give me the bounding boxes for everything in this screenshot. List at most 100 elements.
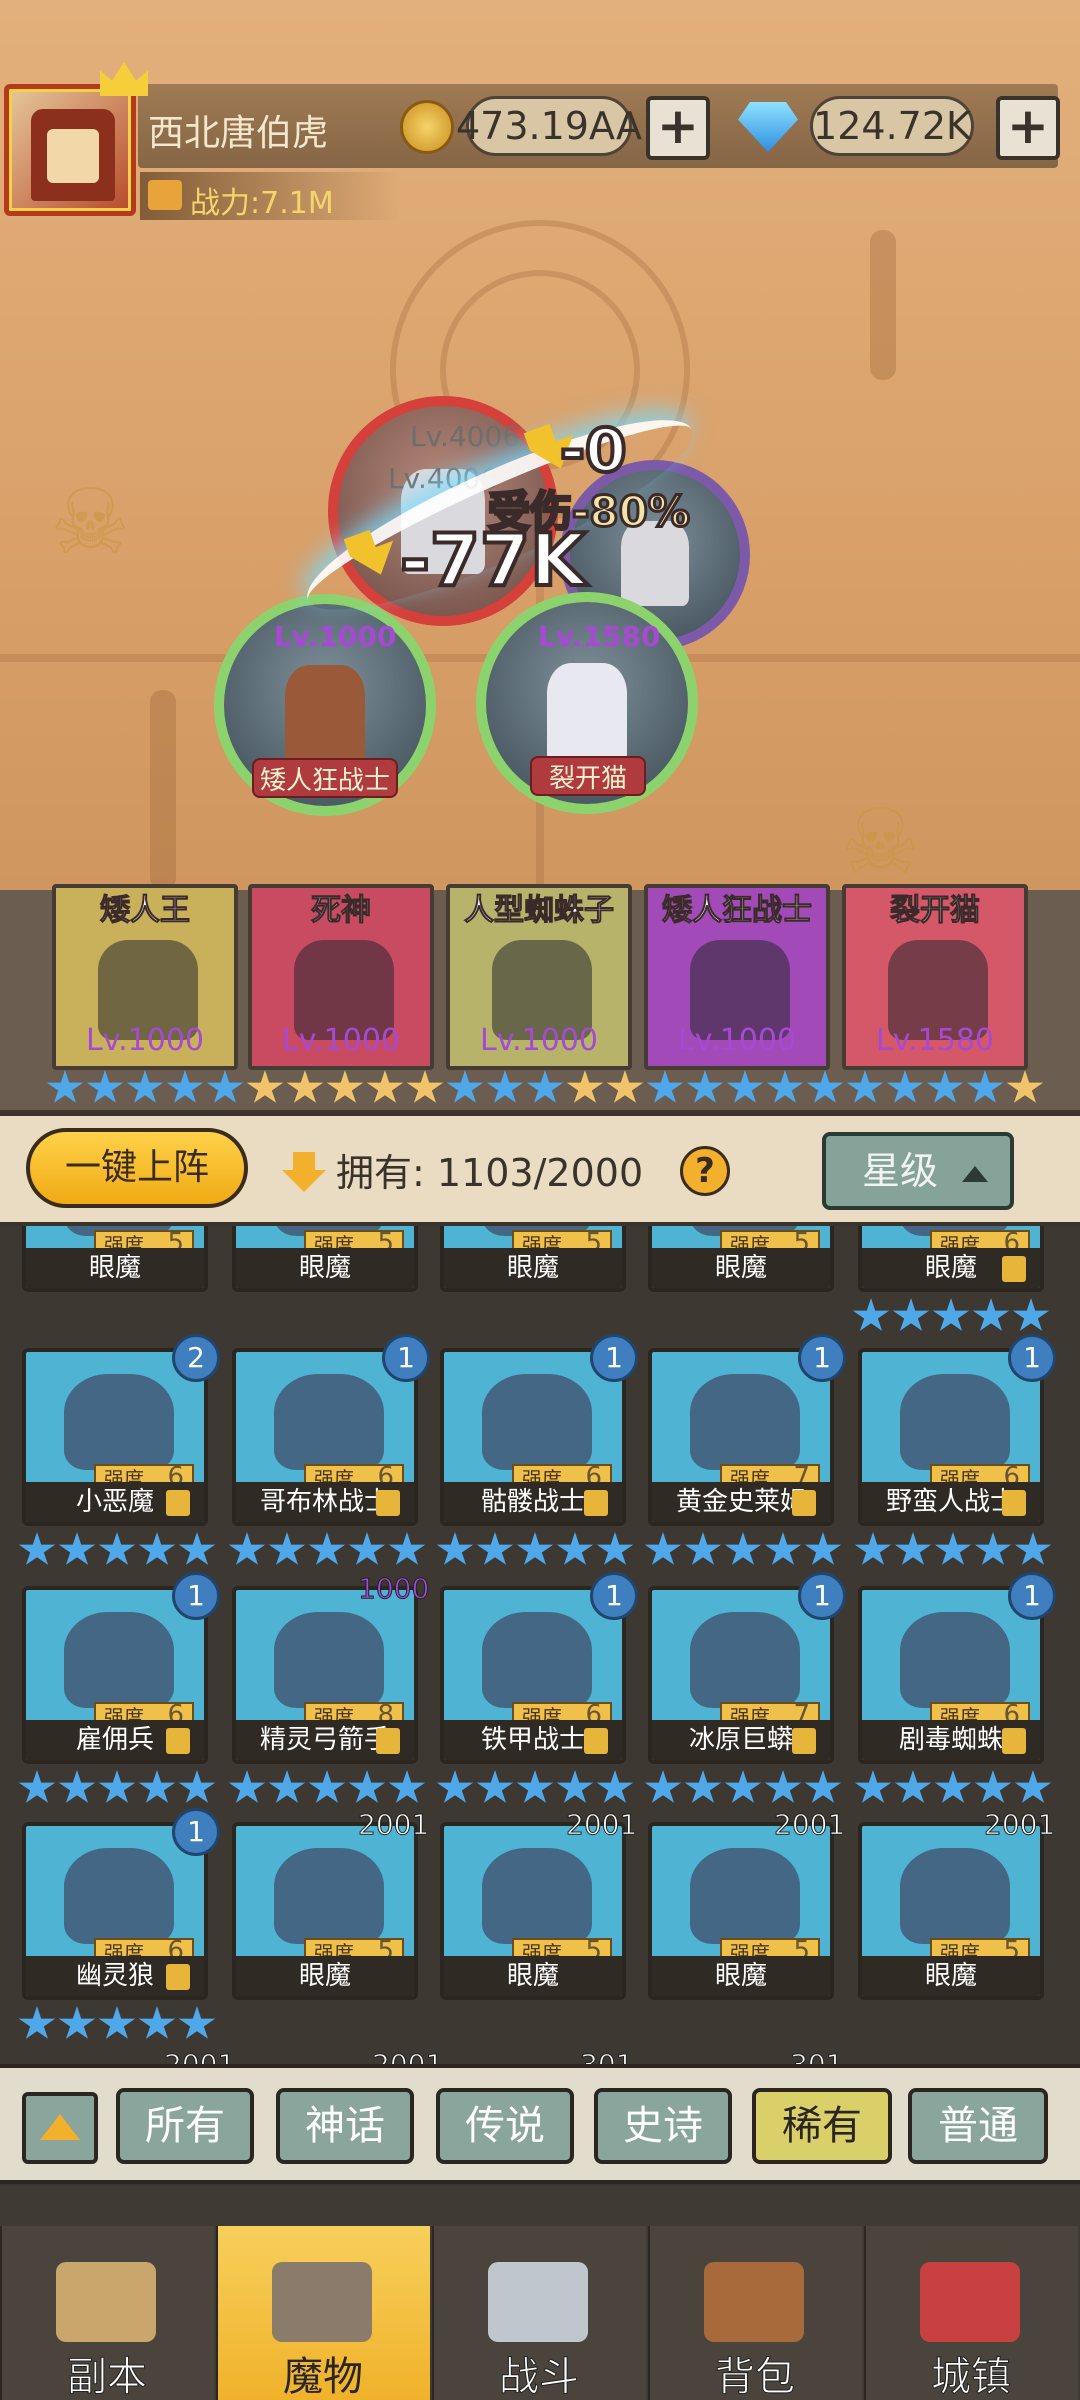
collapse-up-button[interactable] <box>22 2092 98 2164</box>
monster-card[interactable]: 强度 5 眼魔 <box>22 1226 208 1292</box>
monster-name: 眼魔 <box>444 1956 622 1996</box>
monster-card[interactable]: 强度 5 眼魔 <box>858 1822 1044 2000</box>
filter-tab[interactable]: 神话 <box>276 2088 414 2164</box>
count-badge: 1 <box>172 1572 220 1620</box>
star-icon <box>46 1070 84 1103</box>
team-slot[interactable]: 裂开猫 Lv.1580 <box>842 884 1028 1070</box>
star-icon <box>596 1532 634 1565</box>
coin-amount: 473.19AA <box>456 96 642 156</box>
monster-card[interactable]: 强度 6 眼魔 <box>858 1226 1044 1292</box>
star-icon <box>974 1532 1012 1565</box>
star-icon <box>138 1532 176 1565</box>
star-icon <box>366 1070 404 1103</box>
monster-name: 眼魔 <box>652 1956 830 1996</box>
team-slot[interactable]: 人型蜘蛛子 Lv.1000 <box>446 884 632 1070</box>
team-slot[interactable]: 矮人狂战士 Lv.1000 <box>644 884 830 1070</box>
nav-label: 副本 <box>67 2354 148 2400</box>
ally-name-plate: 矮人狂战士 <box>252 758 398 798</box>
ally-level: Lv.1000 <box>274 620 397 653</box>
star-icon <box>686 1070 724 1103</box>
star-icon <box>326 1070 364 1103</box>
monster-art <box>482 1612 592 1708</box>
monster-card[interactable]: 强度 5 眼魔 <box>648 1822 834 2000</box>
star-icon <box>1012 1298 1050 1331</box>
star-icon <box>98 2006 136 2039</box>
star-icon <box>974 1770 1012 1803</box>
star-icon <box>804 1532 842 1565</box>
count-label: 2001 <box>163 2048 235 2065</box>
star-icon <box>606 1070 644 1103</box>
monster-art <box>274 1612 384 1708</box>
star-icon <box>246 1070 284 1103</box>
monster-art <box>64 1612 174 1708</box>
star-icon <box>764 1770 802 1803</box>
star-icon <box>348 1770 386 1803</box>
monster-name: 眼魔 <box>236 1248 414 1288</box>
monster-art <box>482 1848 592 1944</box>
star-icon <box>684 1532 722 1565</box>
count-badge: 2 <box>172 1334 220 1382</box>
star-icon <box>178 1532 216 1565</box>
dwarf-art <box>284 664 366 766</box>
card-star-row <box>18 1770 216 1806</box>
monster-card[interactable]: 强度 5 眼魔 <box>648 1226 834 1292</box>
filter-tab[interactable]: 普通 <box>908 2088 1048 2164</box>
star-icon <box>86 1070 124 1103</box>
team-slot-name: 裂开猫 <box>890 893 981 929</box>
auto-deploy-button[interactable]: 一键上阵 <box>26 1128 248 1208</box>
monster-grid[interactable]: 强度 5 眼魔 强度 5 眼魔 强度 5 眼魔 强度 5 眼魔 强度 6 眼魔 强度 6 小恶魔 2 强度 6 哥布林战士… <box>0 1226 1080 2064</box>
card-star-row <box>436 1770 634 1806</box>
team-slot[interactable]: 矮人王 Lv.1000 <box>52 884 238 1070</box>
monster-card[interactable]: 强度 5 眼魔 <box>232 1226 418 1292</box>
star-icon <box>18 1532 56 1565</box>
star-icon <box>724 1532 762 1565</box>
star-icon <box>766 1070 804 1103</box>
filter-tab[interactable]: 所有 <box>116 2088 254 2164</box>
star-icon <box>308 1532 346 1565</box>
star-icon <box>894 1532 932 1565</box>
count-label: 1000 <box>357 1572 430 1606</box>
lock-icon <box>1002 1728 1026 1754</box>
star-icon <box>166 1070 204 1103</box>
monster-art <box>900 1612 1010 1708</box>
monster-art <box>64 1848 174 1944</box>
player-avatar[interactable] <box>4 84 136 216</box>
sort-star-button[interactable]: 星级 <box>822 1132 1014 1210</box>
monster-card[interactable]: 强度 5 眼魔 <box>440 1226 626 1292</box>
skull-icon: ☠ <box>840 790 921 895</box>
damage-number: -0 <box>558 414 629 488</box>
help-icon[interactable]: ? <box>680 1146 730 1196</box>
star-icon <box>644 1532 682 1565</box>
monster-card[interactable]: 强度 5 眼魔 <box>232 1822 418 2000</box>
monster-card[interactable]: 强度 5 眼魔 <box>440 1822 626 2000</box>
star-icon <box>596 1770 634 1803</box>
filter-tab[interactable]: 稀有 <box>752 2088 892 2164</box>
filter-tab[interactable]: 传说 <box>436 2088 574 2164</box>
add-gems-button[interactable]: + <box>996 96 1060 160</box>
star-icon <box>886 1070 924 1103</box>
filter-tab[interactable]: 史诗 <box>594 2088 732 2164</box>
nav-label: 城镇 <box>931 2354 1012 2400</box>
star-icon <box>1006 1070 1044 1103</box>
card-star-row <box>644 1532 842 1568</box>
card-star-row <box>18 2006 216 2042</box>
combat-power: 战力:7.1M <box>190 186 334 221</box>
star-icon <box>286 1070 324 1103</box>
star-icon <box>516 1770 554 1803</box>
star-icon <box>138 1770 176 1803</box>
nav-label: 魔物 <box>283 2354 363 2400</box>
cactus-icon <box>150 690 176 890</box>
star-icon <box>476 1532 514 1565</box>
count-badge: 1 <box>1008 1572 1056 1620</box>
card-star-row <box>644 1770 842 1806</box>
card-star-row <box>228 1770 426 1806</box>
star-icon <box>556 1770 594 1803</box>
monster-card[interactable]: 强度 8 精灵弓箭手 <box>232 1586 418 1764</box>
star-icon <box>934 1770 972 1803</box>
star-icon <box>764 1532 802 1565</box>
team-slot-level: Lv.1000 <box>85 1023 205 1058</box>
count-label: 2001 <box>565 1808 638 1842</box>
add-coins-button[interactable]: + <box>646 96 710 160</box>
team-slot[interactable]: 死神 Lv.1000 <box>248 884 434 1070</box>
card-star-row <box>18 1532 216 1568</box>
